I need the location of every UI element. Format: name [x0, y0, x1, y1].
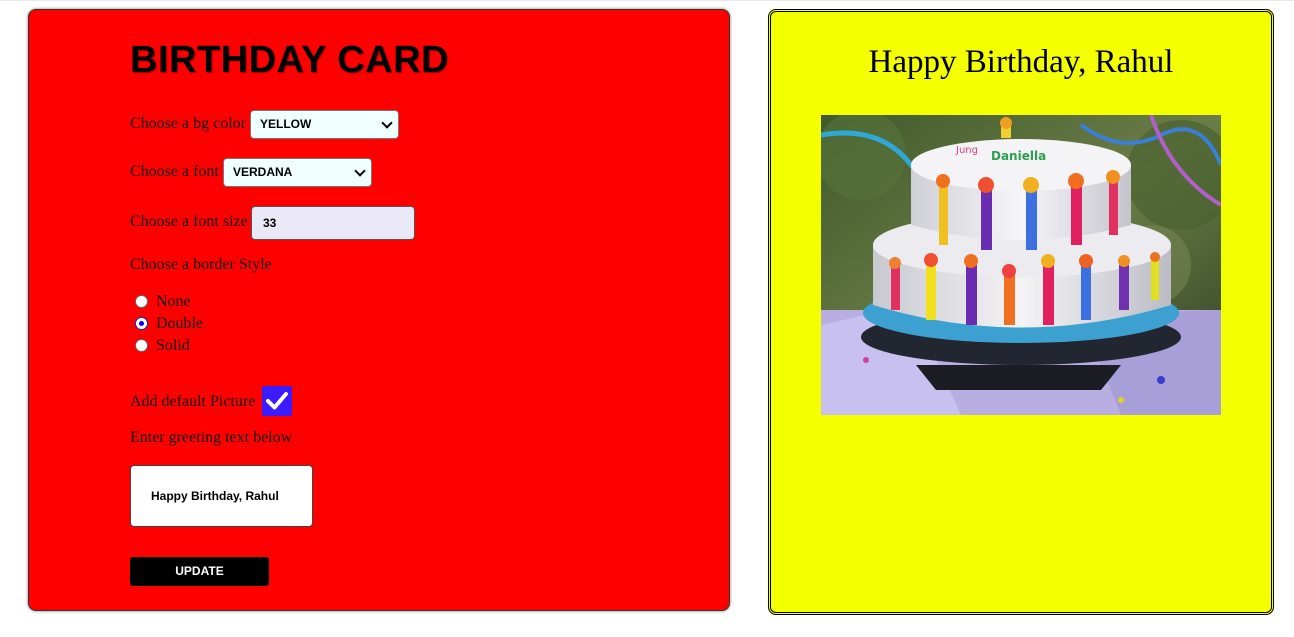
page-top-divider — [0, 0, 1294, 1]
border-style-label: Choose a border Style — [130, 256, 272, 273]
bg-color-select-value: YELLOW — [260, 117, 312, 131]
default-picture-checkbox[interactable] — [262, 386, 292, 416]
radio-none[interactable] — [135, 295, 148, 308]
birthday-cake-picture: Daniella Jung — [821, 115, 1221, 415]
font-select-value: VERDANA — [233, 165, 293, 179]
update-button[interactable]: UPDATE — [130, 557, 269, 586]
radio-solid[interactable] — [135, 339, 148, 352]
card-settings-panel: BIRTHDAY CARD Choose a bg color YELLOW C… — [28, 9, 730, 611]
greeting-label: Enter greeting text below — [130, 429, 293, 446]
birthday-card-preview: Happy Birthday, Rahul Daniella Jung — [768, 9, 1274, 615]
svg-text:Jung: Jung — [955, 145, 978, 156]
greeting-textarea[interactable]: Happy Birthday, Rahul — [130, 465, 313, 527]
radio-solid-label: Solid — [156, 337, 190, 354]
font-size-label: Choose a font size — [130, 213, 248, 230]
bg-color-label: Choose a bg color — [130, 115, 246, 132]
svg-text:Daniella: Daniella — [991, 149, 1046, 163]
font-size-input[interactable]: 33 — [251, 206, 415, 240]
page-title: BIRTHDAY CARD — [130, 39, 449, 81]
bg-color-select[interactable]: YELLOW — [250, 110, 399, 139]
chevron-down-icon — [354, 165, 366, 177]
radio-double[interactable] — [135, 317, 148, 330]
font-select[interactable]: VERDANA — [223, 158, 372, 187]
radio-double-label: Double — [156, 315, 204, 332]
default-picture-label: Add default Picture — [130, 393, 256, 410]
chevron-down-icon — [381, 117, 393, 129]
radio-none-label: None — [156, 293, 191, 310]
card-greeting-text: Happy Birthday, Rahul — [868, 44, 1174, 80]
font-label: Choose a font — [130, 163, 219, 180]
checkmark-icon — [266, 392, 288, 410]
